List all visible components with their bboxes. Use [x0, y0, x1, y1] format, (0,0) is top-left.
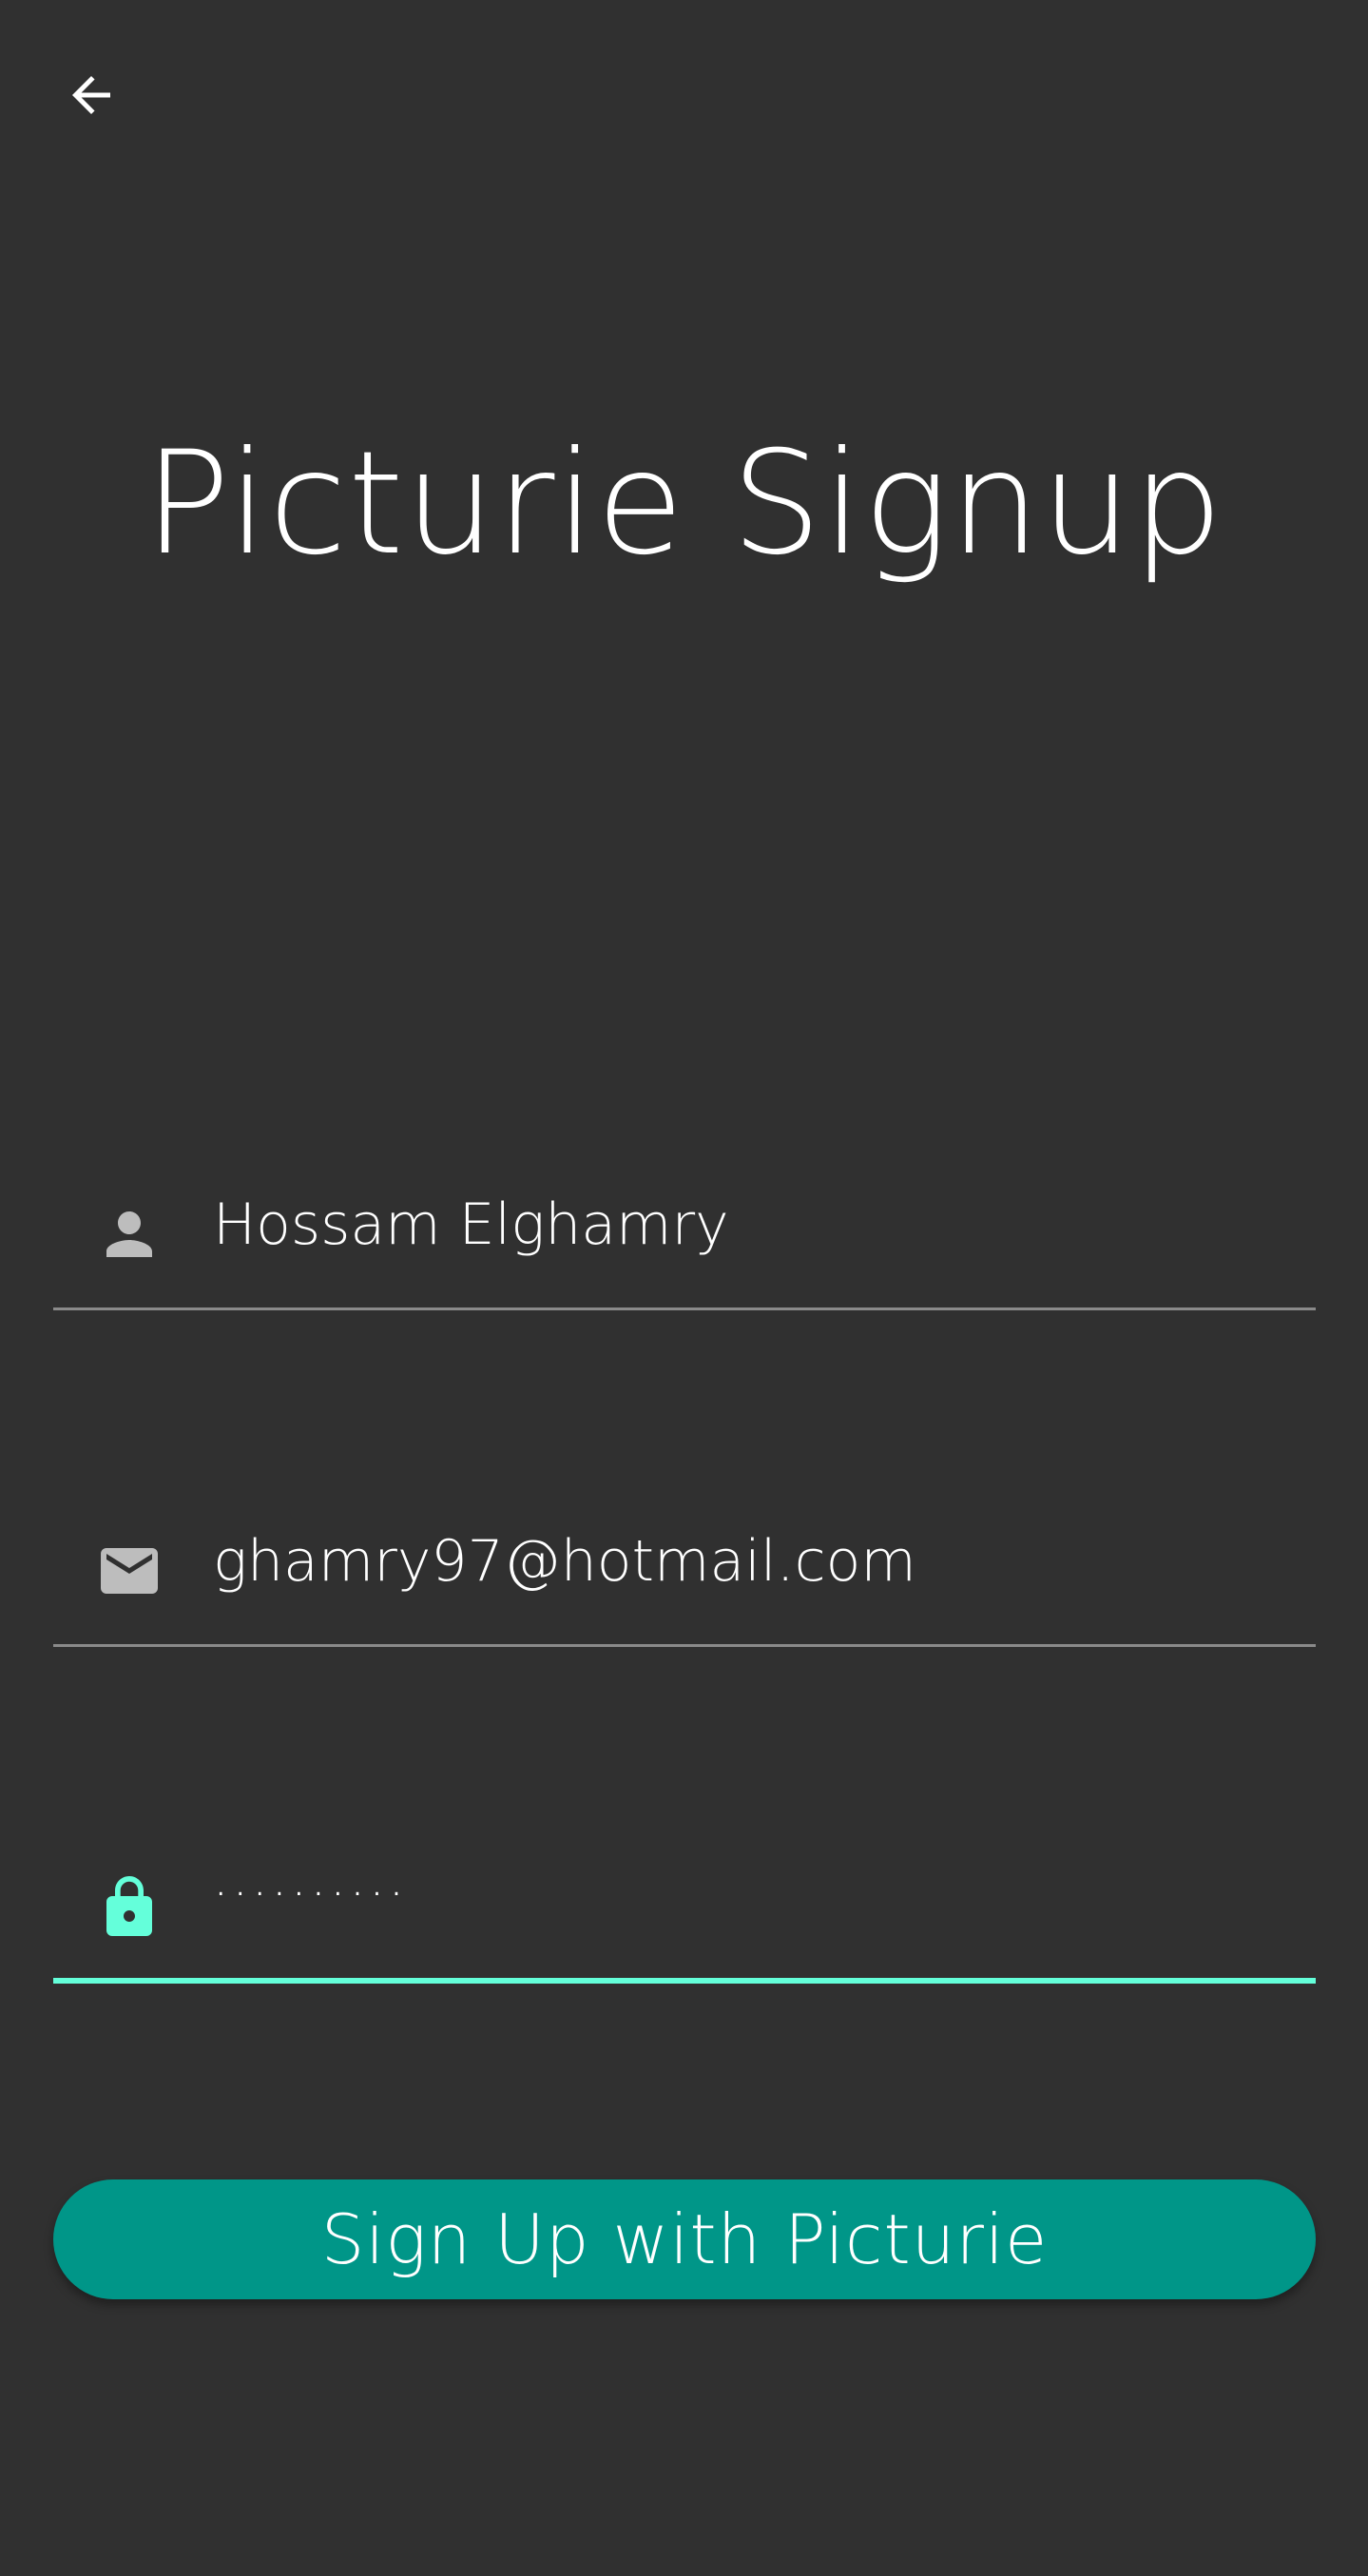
mail-icon [95, 1537, 164, 1605]
arrow-back-icon [72, 76, 110, 114]
email-field-underline [53, 1644, 1316, 1647]
back-button[interactable] [53, 57, 129, 133]
signup-button[interactable]: Sign Up with Picturie [53, 2179, 1316, 2299]
name-field-underline [53, 1307, 1316, 1310]
lock-icon [95, 1873, 164, 1942]
name-input-value[interactable]: Hossam Elghamry [213, 1196, 729, 1253]
signup-button-label: Sign Up with Picturie [320, 2199, 1049, 2279]
password-input-value[interactable]: ·········· [213, 1869, 408, 1919]
name-field[interactable]: Hossam Elghamry [53, 1168, 1316, 1310]
page-title: Picturie Signup [144, 421, 1224, 587]
person-icon [95, 1200, 164, 1269]
email-input-value[interactable]: ghamry97@hotmail.com [213, 1533, 916, 1590]
password-field[interactable]: ·········· [53, 1841, 1316, 1984]
password-field-underline [53, 1978, 1316, 1984]
email-field[interactable]: ghamry97@hotmail.com [53, 1504, 1316, 1647]
